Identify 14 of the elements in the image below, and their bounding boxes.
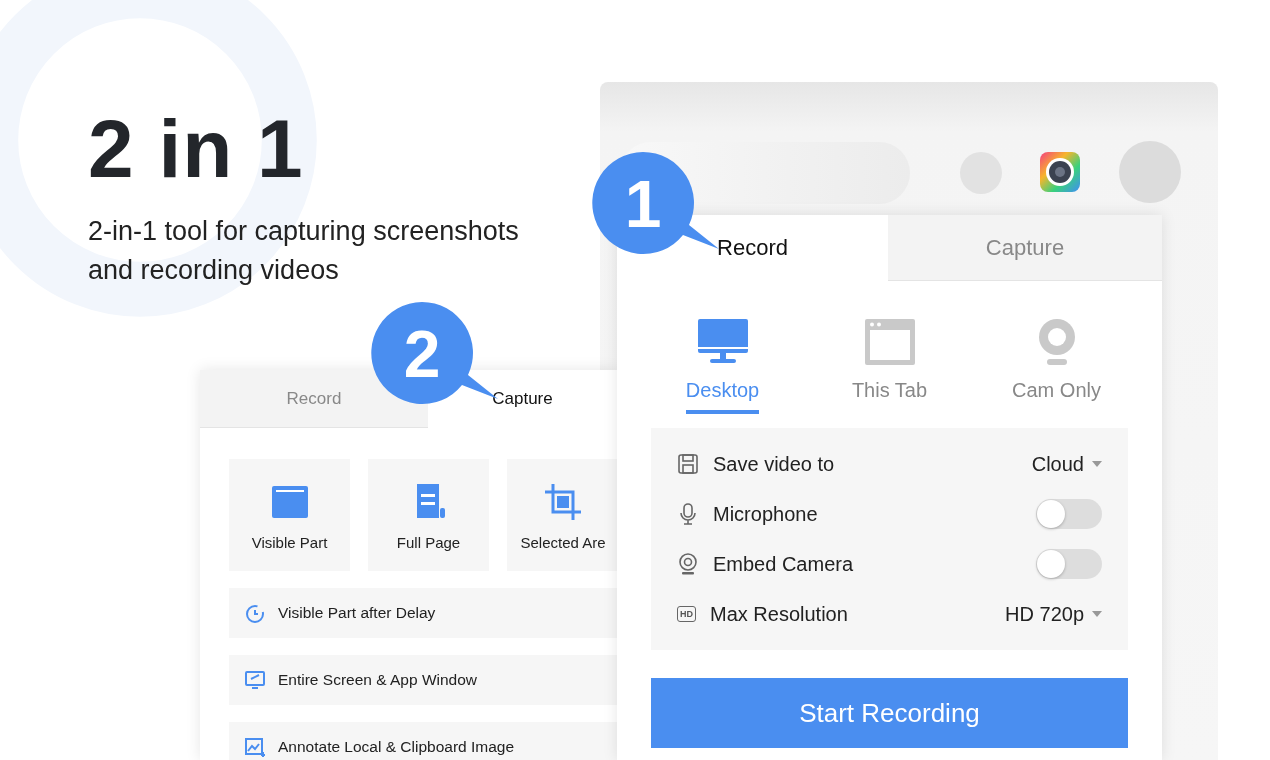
action-label: Annotate Local & Clipboard Image xyxy=(278,738,515,756)
action-label: Entire Screen & App Window xyxy=(278,671,478,689)
option-label: Selected Are xyxy=(520,533,606,551)
setting-label: Save video to xyxy=(713,452,836,476)
action-label: Visible Part after Delay xyxy=(278,604,436,622)
hd-badge: HD xyxy=(677,606,696,622)
option-label: Visible Part xyxy=(251,533,328,551)
setting-label: Max Resolution xyxy=(710,602,849,626)
subtitle: 2-in-1 tool for capturing screenshots and recording videos xyxy=(88,215,520,287)
headline: 2 in 1 xyxy=(88,108,305,190)
setting-label: Microphone xyxy=(713,502,819,526)
setting-label: Embed Camera xyxy=(713,552,855,576)
option-label: Full Page xyxy=(396,533,461,551)
step-callout-tooltip: 1 xyxy=(592,152,720,256)
